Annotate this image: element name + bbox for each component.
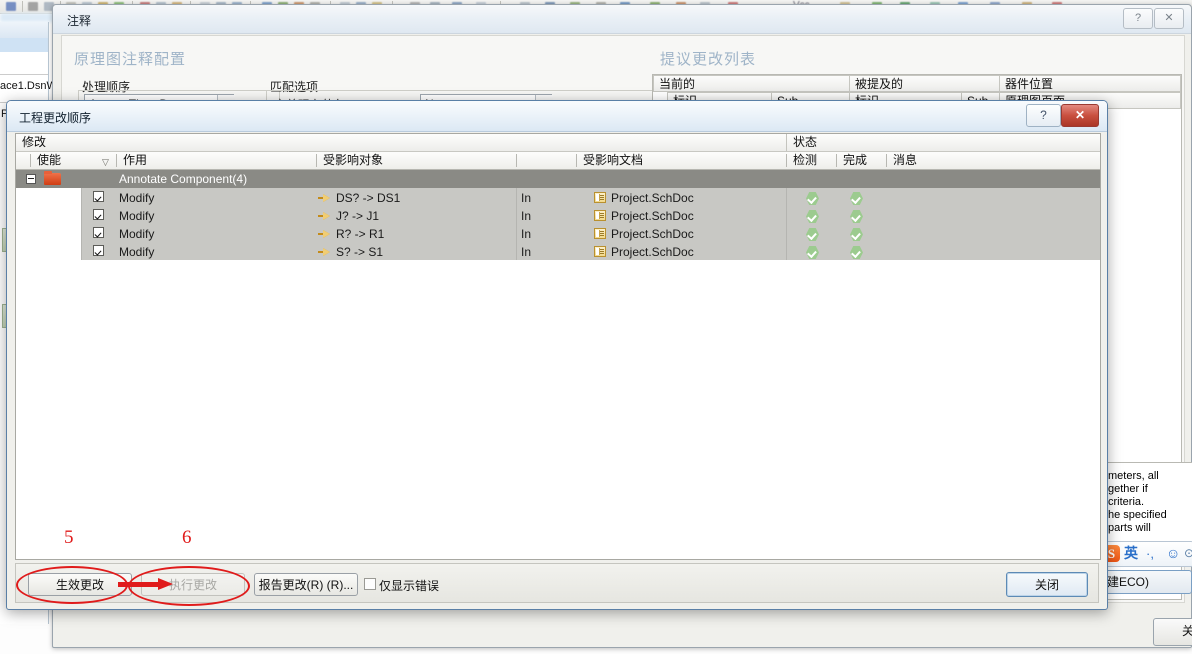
annotation-marker-5: 5 bbox=[64, 527, 74, 548]
row-action: Modify bbox=[119, 209, 155, 223]
ime-punctuation-toggle[interactable]: ·, bbox=[1146, 546, 1154, 562]
row-direction: In bbox=[521, 209, 532, 223]
ime-emoji-icon[interactable]: ☺ bbox=[1166, 545, 1180, 562]
row-enable-checkbox[interactable] bbox=[93, 227, 104, 238]
proposed-col-mentioned[interactable]: 被提及的 bbox=[849, 75, 999, 92]
sogou-ime-bar[interactable]: S 英 ·, ☺ ⊙ bbox=[1098, 541, 1192, 567]
annotate-dialog-title: 注释 bbox=[67, 14, 92, 28]
row-direction: In bbox=[521, 191, 532, 205]
arrow-shaft bbox=[118, 582, 160, 587]
engineering-change-order-dialog: 工程更改顺序 ? ✕ 修改 状态 使能 ▽ 作用 受影响对象 受影响文档 检测 … bbox=[6, 100, 1108, 610]
row-direction: In bbox=[521, 227, 532, 241]
ime-input-mode-toggle[interactable]: 英 bbox=[1124, 545, 1138, 562]
column-header-action[interactable]: 作用 bbox=[117, 152, 316, 169]
schematic-document-icon bbox=[594, 228, 606, 239]
annotate-help-text: meters, all gether if criteria. he speci… bbox=[1108, 470, 1192, 535]
column-header-affected-object[interactable]: 受影响对象 bbox=[317, 152, 516, 169]
row-affected-document: Project.SchDoc bbox=[611, 227, 694, 241]
only-show-errors-label: 仅显示错误 bbox=[379, 579, 440, 593]
row-affected-object: J? -> J1 bbox=[336, 209, 380, 223]
schematic-document-icon bbox=[594, 210, 606, 221]
column-header-done[interactable]: 完成 bbox=[837, 152, 886, 169]
eco-dialog-titlebar[interactable]: 工程更改顺序 ? ✕ bbox=[7, 101, 1107, 132]
annotation-marker-6: 6 bbox=[182, 527, 192, 548]
row-action: Modify bbox=[119, 245, 155, 259]
group-header-status: 状态 bbox=[793, 135, 818, 149]
print-icon[interactable] bbox=[28, 2, 38, 11]
row-affected-document: Project.SchDoc bbox=[611, 209, 694, 223]
project-panel-selected-row[interactable] bbox=[0, 38, 48, 52]
annotate-close-button[interactable]: 关闭 bbox=[1153, 618, 1192, 646]
ime-menu-icon[interactable]: ⊙ bbox=[1184, 546, 1192, 560]
help-icon[interactable]: ? bbox=[1123, 8, 1153, 29]
schematic-annotate-config-heading: 原理图注释配置 bbox=[74, 51, 187, 68]
pin-icon bbox=[318, 212, 331, 221]
toolbar-separator bbox=[22, 1, 23, 12]
project-panel-tabs[interactable] bbox=[0, 22, 48, 39]
create-eco-button[interactable]: 建ECO) bbox=[1100, 570, 1192, 594]
column-header-message[interactable]: 消息 bbox=[887, 152, 1098, 169]
divider bbox=[0, 74, 48, 75]
proposed-col-location[interactable]: 器件位置 bbox=[999, 75, 1181, 92]
pin-icon bbox=[318, 248, 331, 257]
eco-close-button[interactable]: 关闭 bbox=[1006, 572, 1088, 597]
help-line: gether if bbox=[1108, 483, 1148, 495]
column-header-check[interactable]: 检测 bbox=[787, 152, 836, 169]
close-icon[interactable]: ✕ bbox=[1061, 104, 1099, 127]
row-action: Modify bbox=[119, 191, 155, 205]
help-icon[interactable]: ? bbox=[1026, 104, 1061, 127]
row-affected-object: S? -> S1 bbox=[336, 245, 384, 259]
save-icon[interactable] bbox=[6, 2, 16, 11]
help-line: meters, all bbox=[1108, 470, 1159, 482]
row-enable-checkbox[interactable] bbox=[93, 245, 104, 256]
close-icon[interactable]: ✕ bbox=[1154, 8, 1184, 29]
row-action: Modify bbox=[119, 227, 155, 241]
folder-icon bbox=[44, 171, 61, 185]
schematic-document-icon bbox=[594, 192, 606, 203]
schematic-document-icon bbox=[594, 246, 606, 257]
proposed-col-current[interactable]: 当前的 bbox=[653, 75, 849, 92]
sort-descending-icon[interactable]: ▽ bbox=[102, 157, 109, 168]
group-header-modification: 修改 bbox=[22, 135, 47, 149]
help-line: parts will bbox=[1108, 522, 1151, 534]
divider bbox=[516, 188, 517, 260]
divider bbox=[786, 188, 787, 260]
column-header-spacer[interactable] bbox=[517, 152, 576, 169]
row-affected-object: DS? -> DS1 bbox=[336, 191, 401, 205]
eco-group-header-row: 修改 状态 bbox=[16, 134, 1100, 152]
eco-group-label: Annotate Component(4) bbox=[119, 172, 248, 186]
eco-dialog-title: 工程更改顺序 bbox=[19, 111, 92, 125]
row-direction: In bbox=[521, 245, 532, 259]
row-enable-checkbox[interactable] bbox=[93, 191, 104, 202]
annotation-ellipse-validate bbox=[16, 566, 128, 604]
divider bbox=[81, 188, 82, 260]
eco-column-header-row: 使能 ▽ 作用 受影响对象 受影响文档 检测 完成 消息 bbox=[16, 152, 1100, 170]
row-affected-document: Project.SchDoc bbox=[611, 245, 694, 259]
annotation-arrow bbox=[118, 578, 176, 590]
pin-icon bbox=[318, 194, 331, 203]
row-enable-checkbox[interactable] bbox=[93, 209, 104, 220]
eco-changes-table[interactable]: 修改 状态 使能 ▽ 作用 受影响对象 受影响文档 检测 完成 消息 Annot… bbox=[15, 133, 1101, 560]
eco-rows-background bbox=[81, 188, 1100, 260]
arrow-head bbox=[158, 578, 173, 590]
proposed-change-list-heading: 提议更改列表 bbox=[660, 51, 757, 68]
row-affected-document: Project.SchDoc bbox=[611, 191, 694, 205]
eco-group-row[interactable]: Annotate Component(4) bbox=[16, 170, 1100, 188]
only-show-errors-checkbox[interactable] bbox=[364, 578, 376, 590]
report-changes-button[interactable]: 报告更改(R) (R)... bbox=[254, 573, 358, 596]
annotate-dialog-titlebar[interactable]: 注释 ? ✕ bbox=[53, 5, 1191, 34]
row-affected-object: R? -> R1 bbox=[336, 227, 385, 241]
report-changes-label: 报告更改(R) (R)... bbox=[258, 578, 354, 592]
pin-icon bbox=[318, 230, 331, 239]
help-line: he specified bbox=[1108, 509, 1167, 521]
collapse-icon[interactable] bbox=[26, 174, 36, 184]
column-header-affected-document[interactable]: 受影响文档 bbox=[577, 152, 786, 169]
help-line: criteria. bbox=[1108, 496, 1145, 508]
